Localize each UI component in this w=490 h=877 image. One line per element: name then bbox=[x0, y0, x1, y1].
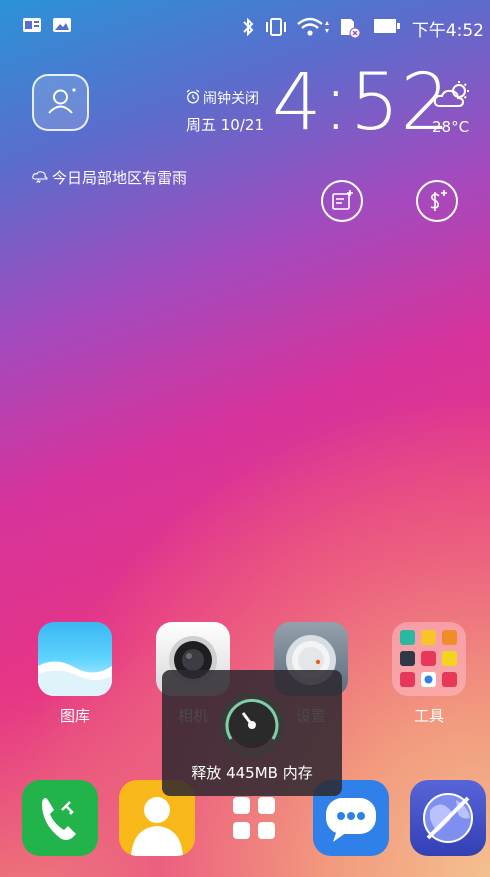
status-bar: 下午4:52 bbox=[0, 0, 490, 52]
dock-browser[interactable] bbox=[410, 780, 486, 856]
memory-gauge-icon bbox=[220, 693, 284, 757]
alarm-status[interactable]: 闹钟关闭 bbox=[203, 88, 259, 108]
phone-icon bbox=[42, 798, 76, 840]
user-icon bbox=[48, 88, 76, 114]
image-notification-icon bbox=[53, 18, 71, 32]
thunderstorm-icon bbox=[32, 171, 48, 183]
bluetooth-icon bbox=[243, 17, 254, 37]
add-note-icon bbox=[332, 190, 353, 210]
app-label-tools: 工具 bbox=[413, 707, 444, 725]
battery-icon bbox=[374, 19, 400, 33]
status-clock: 下午4:52 bbox=[411, 21, 484, 41]
add-expense-icon bbox=[430, 190, 447, 211]
temperature-label: 28°C bbox=[432, 118, 470, 136]
dock-phone[interactable] bbox=[22, 780, 98, 856]
browser-icon bbox=[423, 793, 473, 843]
add-note-button[interactable] bbox=[321, 180, 363, 222]
gallery-icon bbox=[38, 622, 112, 696]
widget-clock[interactable]: 4:52 bbox=[272, 58, 451, 148]
date-label[interactable]: 周五 10/21 bbox=[186, 114, 264, 135]
alarm-clock-icon bbox=[186, 89, 200, 104]
user-avatar[interactable] bbox=[32, 74, 89, 131]
wifi-icon bbox=[297, 17, 329, 36]
memory-boost-toast: 释放 445MB 内存 bbox=[162, 670, 342, 796]
memory-freed-message: 释放 445MB 内存 bbox=[191, 764, 313, 782]
app-gallery[interactable] bbox=[38, 622, 112, 696]
weather-forecast[interactable]: 今日局部地区有雷雨 bbox=[52, 167, 187, 188]
mail-app-icon bbox=[23, 18, 41, 32]
add-expense-button[interactable] bbox=[416, 180, 458, 222]
tools-folder-icon bbox=[392, 622, 466, 696]
app-label-gallery: 图库 bbox=[59, 707, 90, 725]
vibrate-icon bbox=[266, 18, 286, 36]
partly-cloudy-icon bbox=[433, 81, 469, 107]
app-tools-folder[interactable] bbox=[392, 622, 466, 696]
sd-card-icon bbox=[341, 19, 361, 39]
